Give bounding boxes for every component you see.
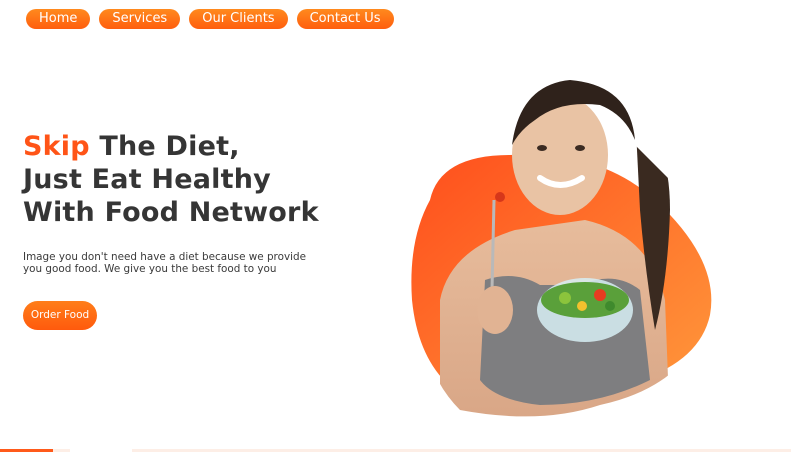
nav-services-button[interactable]: Services	[99, 9, 181, 29]
hero-title-line3: With Food Network	[23, 197, 319, 228]
tomato	[495, 192, 505, 202]
fork	[490, 199, 496, 291]
salad-bowl	[537, 278, 633, 342]
woman-hand	[477, 286, 513, 334]
hero-title: Skip The Diet, Just Eat Healthy With Foo…	[23, 130, 319, 229]
hero-description: Image you don't need have a diet because…	[23, 251, 306, 275]
order-food-button[interactable]: Order Food	[23, 301, 97, 330]
hero-title-line2: Just Eat Healthy	[23, 164, 271, 195]
main-nav: Home Services Our Clients Contact Us	[26, 9, 394, 29]
nav-home-button[interactable]: Home	[26, 9, 91, 29]
hero-title-line1: The Diet,	[89, 131, 240, 162]
nav-our-clients-button[interactable]: Our Clients	[189, 9, 288, 29]
nav-contact-us-button[interactable]: Contact Us	[296, 9, 394, 29]
hero-title-accent: Skip	[23, 131, 90, 162]
hero-image	[411, 80, 712, 417]
